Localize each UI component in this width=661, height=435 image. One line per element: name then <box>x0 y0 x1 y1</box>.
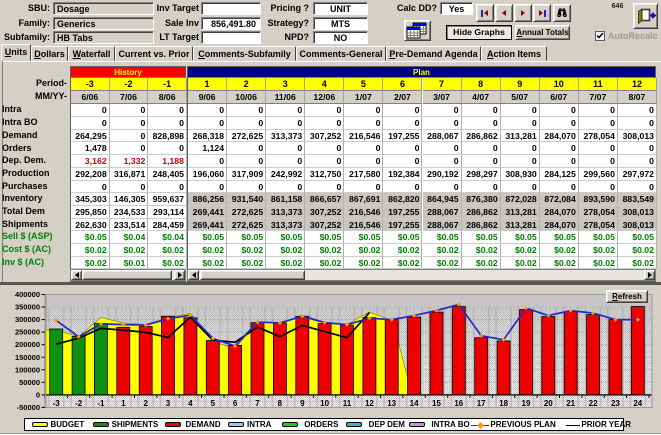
svg-text:0: 0 <box>36 390 40 399</box>
svg-text:11: 11 <box>343 399 352 408</box>
svg-text:5: 5 <box>211 399 216 408</box>
svg-text:23: 23 <box>611 399 620 408</box>
svg-text:150000: 150000 <box>15 353 40 362</box>
svg-text:24: 24 <box>633 399 642 408</box>
svg-text:20: 20 <box>544 399 553 408</box>
svg-text:-1: -1 <box>97 399 105 408</box>
svg-text:6: 6 <box>233 399 238 408</box>
svg-text:1: 1 <box>121 399 126 408</box>
svg-text:12: 12 <box>365 399 374 408</box>
svg-text:18: 18 <box>499 399 508 408</box>
svg-text:4: 4 <box>188 399 193 408</box>
svg-text:8: 8 <box>278 399 283 408</box>
svg-text:22: 22 <box>589 399 598 408</box>
svg-text:250000: 250000 <box>15 328 40 337</box>
svg-text:3: 3 <box>166 399 171 408</box>
svg-text:100000: 100000 <box>15 365 40 374</box>
svg-text:2: 2 <box>143 399 148 408</box>
svg-text:10: 10 <box>320 399 329 408</box>
svg-text:15: 15 <box>432 399 441 408</box>
svg-text:-50000: -50000 <box>17 403 40 412</box>
svg-text:50000: 50000 <box>19 378 40 387</box>
svg-text:19: 19 <box>522 399 531 408</box>
svg-text:17: 17 <box>477 399 486 408</box>
svg-text:300000: 300000 <box>15 315 40 324</box>
svg-text:400000: 400000 <box>15 290 40 299</box>
svg-text:-2: -2 <box>75 399 83 408</box>
svg-text:200000: 200000 <box>15 340 40 349</box>
svg-text:14: 14 <box>410 399 419 408</box>
svg-text:7: 7 <box>255 399 260 408</box>
svg-text:-3: -3 <box>53 399 61 408</box>
svg-text:9: 9 <box>300 399 305 408</box>
svg-text:21: 21 <box>566 399 575 408</box>
svg-text:350000: 350000 <box>15 303 40 312</box>
svg-text:13: 13 <box>387 399 396 408</box>
svg-text:16: 16 <box>454 399 463 408</box>
